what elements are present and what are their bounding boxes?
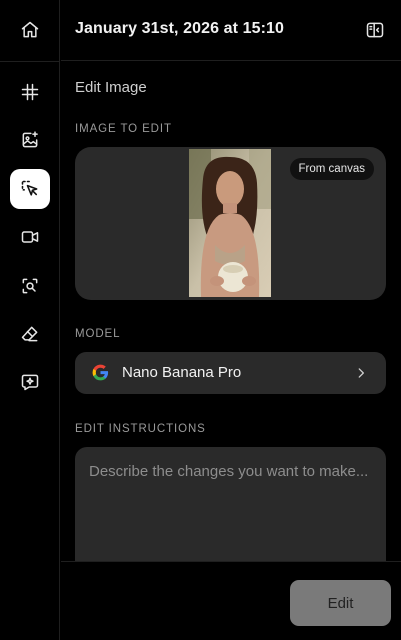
home-icon — [21, 21, 39, 38]
sidebar — [0, 0, 60, 640]
hash-icon — [21, 83, 39, 101]
sidebar-item-image-generate[interactable] — [10, 120, 50, 160]
chevron-right-icon — [358, 368, 364, 378]
sidebar-item-eraser[interactable] — [10, 314, 50, 354]
model-section-label: MODEL — [75, 328, 121, 340]
instructions-section-label: EDIT INSTRUCTIONS — [75, 423, 206, 435]
home-button[interactable] — [10, 10, 50, 50]
sidebar-item-image-edit[interactable] — [10, 169, 50, 209]
sidebar-panel-icon[interactable] — [365, 20, 385, 40]
image-section-label: IMAGE TO EDIT — [75, 123, 172, 135]
edit-image-panel: Edit Image IMAGE TO EDIT From canvas MOD… — [61, 61, 401, 561]
model-selector[interactable]: Nano Banana Pro — [75, 352, 386, 394]
eraser-icon — [21, 326, 38, 342]
edit-button[interactable]: Edit — [290, 580, 391, 626]
edit-instructions-input[interactable] — [75, 447, 386, 561]
source-image — [189, 149, 271, 297]
zoom-image-icon — [22, 278, 38, 294]
session-title: January 31st, 2026 at 15:10 — [75, 20, 285, 37]
sidebar-item-image-search[interactable] — [10, 266, 50, 306]
app-window: January 31st, 2026 at 15:10 Edit Image I… — [0, 0, 401, 640]
header: January 31st, 2026 at 15:10 — [61, 0, 401, 61]
image-to-edit-card[interactable]: From canvas — [75, 147, 386, 300]
sparkle-chat-icon — [21, 374, 39, 391]
model-name: Nano Banana Pro — [122, 364, 242, 381]
sidebar-item-video[interactable] — [10, 217, 50, 257]
sidebar-item-grid[interactable] — [10, 72, 50, 112]
sidebar-divider — [0, 61, 60, 62]
google-icon — [92, 364, 109, 381]
page-title: Edit Image — [75, 79, 147, 96]
image-sparkle-icon — [22, 131, 38, 148]
sidebar-item-chat[interactable] — [10, 362, 50, 402]
cursor-select-icon — [21, 180, 38, 196]
footer-bar: Edit — [61, 561, 401, 640]
from-canvas-badge: From canvas — [289, 158, 374, 180]
video-icon — [21, 231, 39, 243]
